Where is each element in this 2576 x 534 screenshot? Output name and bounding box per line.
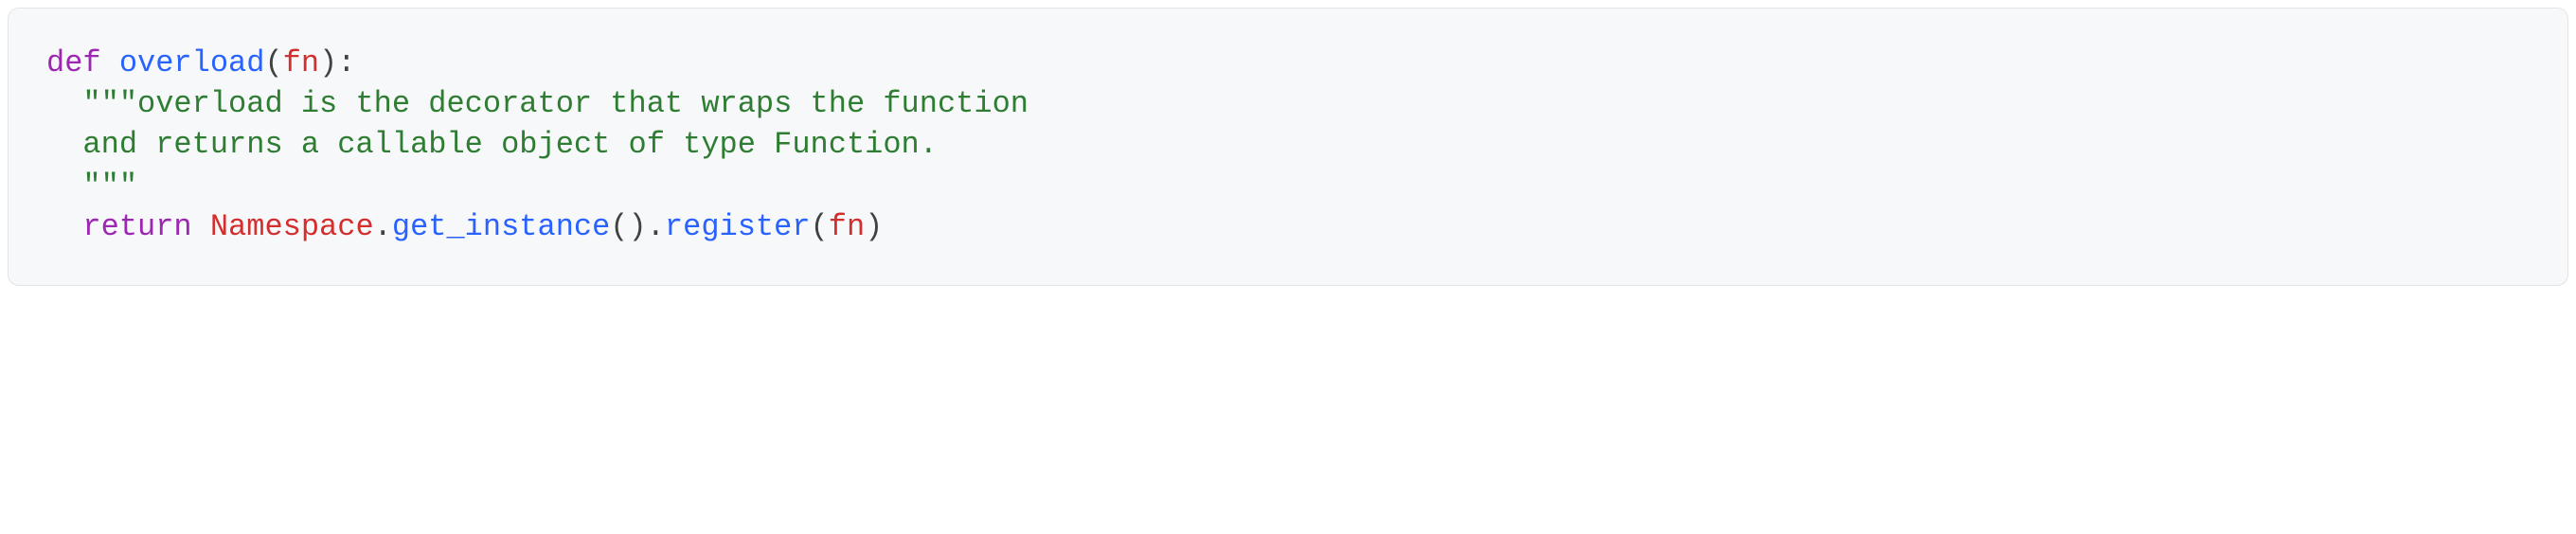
parameter: fn: [283, 45, 319, 80]
dot: .: [374, 209, 392, 244]
paren-open: (: [264, 45, 282, 80]
code-block: def overload(fn): """overload is the dec…: [8, 8, 2568, 286]
paren-open: (: [811, 209, 829, 244]
space: [101, 45, 119, 80]
indent: [46, 169, 82, 204]
colon: :: [337, 45, 355, 80]
class-name: Namespace: [210, 209, 374, 244]
call-parens: (): [610, 209, 646, 244]
docstring-line: """: [82, 169, 137, 204]
paren-close: ): [865, 209, 883, 244]
argument: fn: [829, 209, 865, 244]
paren-close: ): [319, 45, 337, 80]
space: [192, 209, 210, 244]
keyword-return: return: [82, 209, 191, 244]
function-name: overload: [119, 45, 265, 80]
keyword-def: def: [46, 45, 101, 80]
indent: [46, 209, 82, 244]
indent: [46, 86, 82, 121]
docstring-line: """overload is the decorator that wraps …: [82, 86, 1029, 121]
method-name: get_instance: [392, 209, 610, 244]
indent: [46, 127, 82, 162]
docstring-line: and returns a callable object of type Fu…: [82, 127, 938, 162]
method-name: register: [665, 209, 811, 244]
dot: .: [647, 209, 665, 244]
